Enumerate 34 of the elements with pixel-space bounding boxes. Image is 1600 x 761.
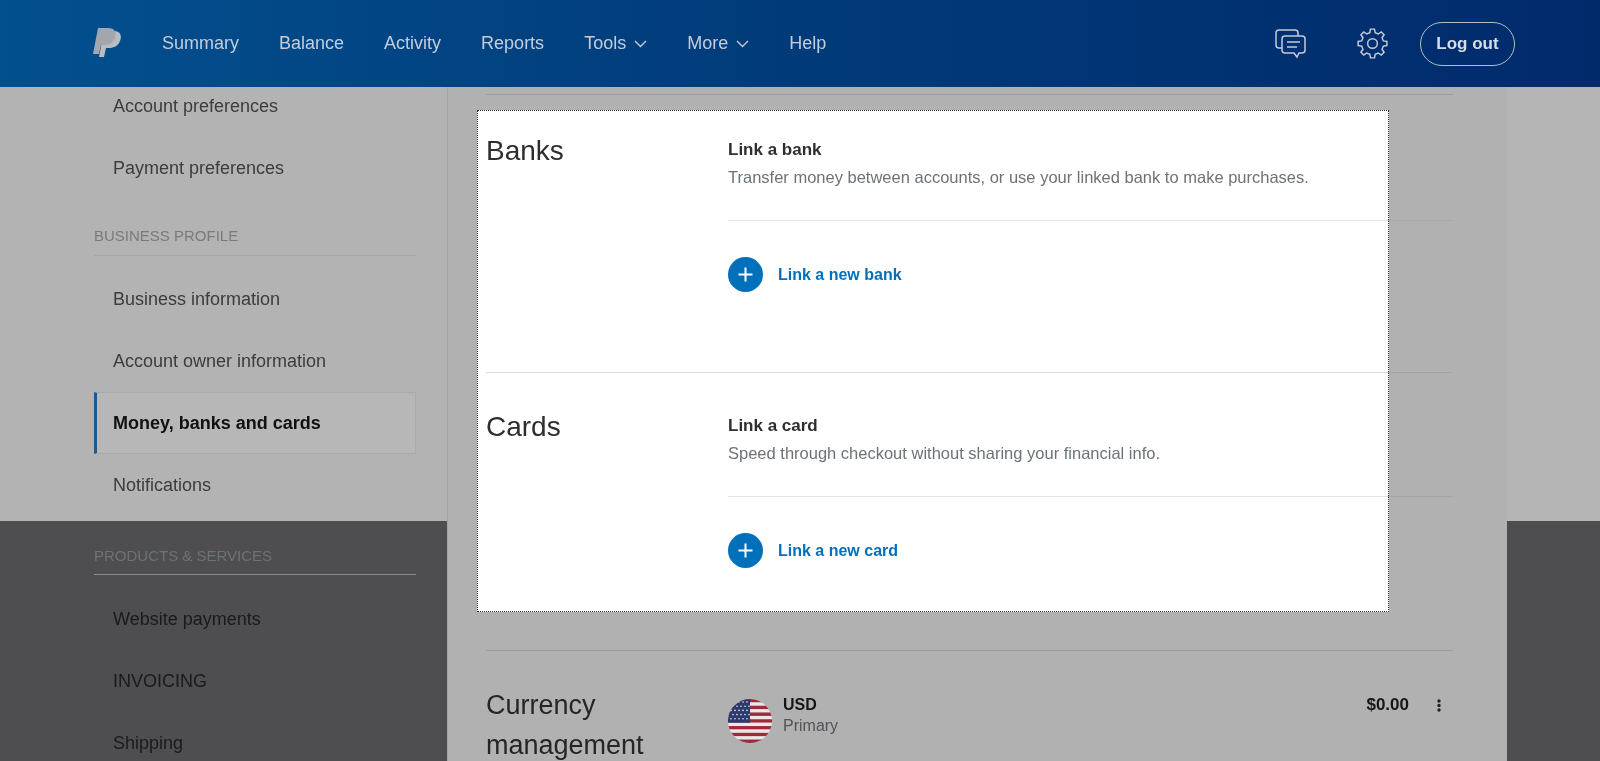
nav-link[interactable]: More [687,33,750,54]
section-title: Currency management [486,689,645,761]
nav-link[interactable]: Activity [384,33,442,54]
balance-amount: $0.00 [1366,695,1409,715]
add-link[interactable]: Link a new card [728,533,899,568]
option-title: Link a bank [728,139,823,161]
nav-link[interactable]: Help [789,33,827,54]
caret-icon [736,39,750,48]
nav-link[interactable]: Tools [584,33,648,54]
sidebar-item[interactable]: Account owner information [94,330,416,392]
currency-code: USD [783,695,818,715]
caret-icon [634,39,648,48]
plus-icon [728,533,763,568]
currency-label: Primary [783,716,839,736]
nav-link[interactable]: Summary [162,33,239,54]
add-link[interactable]: Link a new bank [728,257,902,292]
nav-link[interactable]: Balance [279,33,345,54]
nav-link[interactable]: Reports [481,33,545,54]
sidebar-item[interactable]: Payment preferences [94,137,416,199]
sidebar-item[interactable]: Account preferences [94,87,416,137]
chat-icon[interactable] [1275,28,1306,59]
more-options-icon[interactable] [1437,699,1441,712]
settings-icon[interactable] [1357,28,1388,59]
section-title: Cards [486,411,562,444]
plus-icon [728,257,763,292]
option-title: Link a card [728,415,819,437]
sidebar-heading: BUSINESS PROFILE [94,227,239,244]
section-title: Banks [486,135,565,168]
flag-icon [728,699,772,743]
sidebar-item[interactable]: Notifications [94,454,416,516]
option-description: Speed through checkout without sharing your financial info. [728,443,1162,464]
sidebar-item[interactable]: Money, banks and cards [94,392,416,454]
option-description: Transfer money between accounts, or use your linked bank to make purchases. [728,167,1310,188]
sidebar-item[interactable]: Business information [94,268,416,330]
